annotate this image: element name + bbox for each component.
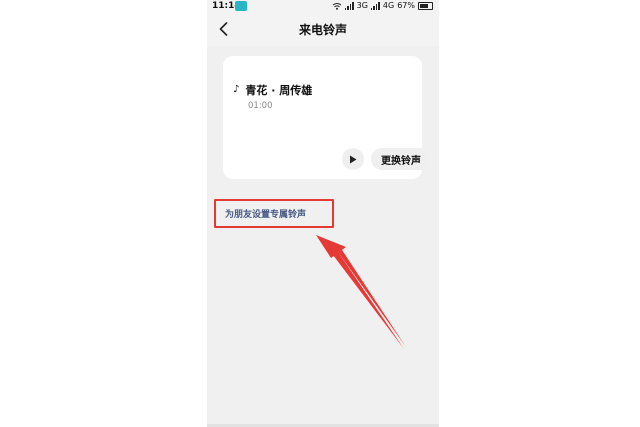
- wifi-icon: [332, 3, 341, 10]
- network-3g-label: 3G: [356, 1, 368, 10]
- song-row: ♪ 青花 · 周传雄: [233, 82, 312, 98]
- friend-ringtone-link[interactable]: 为朋友设置专属铃声: [214, 199, 334, 228]
- status-bar: 11:14 3G 4G 67%: [207, 0, 439, 12]
- song-title: 青花 · 周传雄: [245, 84, 313, 97]
- network-4g-label: 4G: [382, 1, 395, 10]
- battery-percent: 67%: [397, 1, 415, 10]
- music-note-icon: ♪: [233, 84, 240, 95]
- page-title: 来电铃声: [298, 23, 347, 37]
- play-button[interactable]: [342, 148, 364, 170]
- battery-icon: [418, 2, 433, 10]
- signal-bars-icon: [344, 2, 354, 10]
- play-icon: [350, 155, 357, 163]
- app-notification-icon: [235, 1, 247, 11]
- signal-bars-icon: [370, 2, 380, 10]
- ringtone-card: ♪ 青花 · 周传雄 01:00 更换铃声: [223, 56, 431, 179]
- status-right-group: 3G 4G 67%: [332, 0, 433, 12]
- song-duration: 01:00: [248, 101, 273, 111]
- phone-screen: 11:14 3G 4G 67% 来电铃声 ♪ 青花 · 周传雄 01:00 更换…: [207, 0, 439, 427]
- change-ringtone-button[interactable]: 更换铃声: [371, 148, 431, 170]
- navigation-bar: 来电铃声: [207, 12, 439, 46]
